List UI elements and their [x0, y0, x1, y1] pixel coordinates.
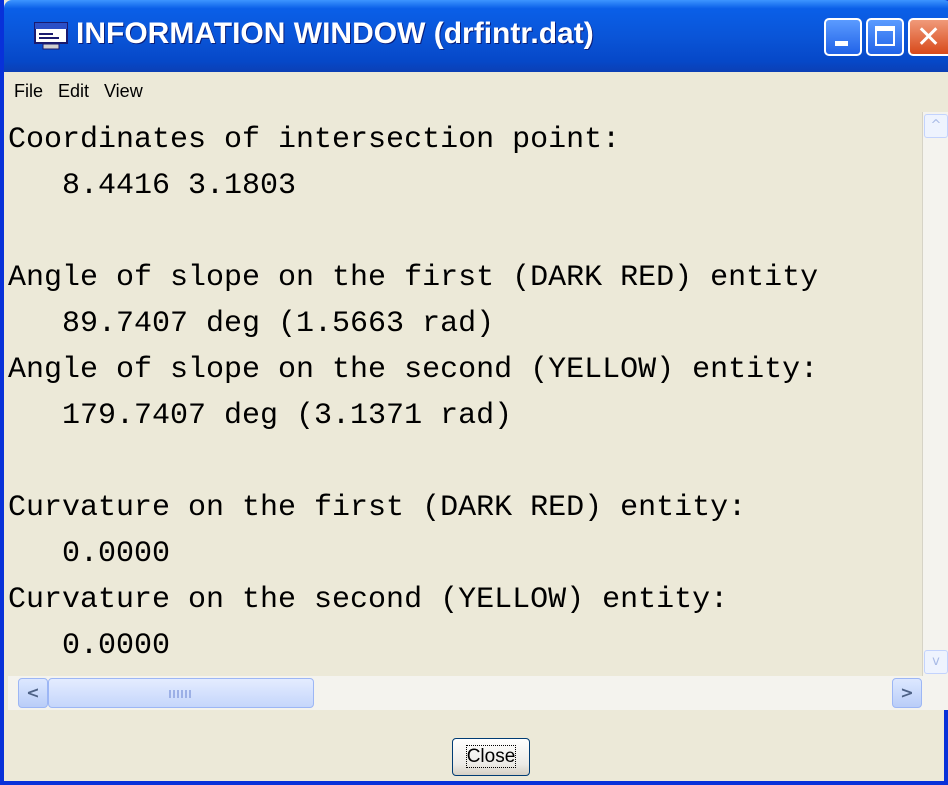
text-line: 0.0000 [8, 537, 171, 571]
text-line: Curvature on the first (DARK RED) entity… [8, 491, 747, 525]
text-line: 0.0000 [8, 629, 171, 663]
minimize-icon [835, 41, 848, 46]
information-window: INFORMATION WINDOW (drfintr.dat) ✕ File … [0, 0, 948, 785]
scroll-up-icon[interactable]: ^ [924, 114, 948, 138]
maximize-button[interactable] [866, 18, 904, 56]
text-line: 8.4416 3.1803 [8, 169, 297, 203]
vertical-scrollbar[interactable]: ^ v [922, 112, 948, 676]
close-icon: ✕ [916, 20, 942, 55]
close-window-button[interactable]: ✕ [908, 18, 948, 56]
title-bar[interactable]: INFORMATION WINDOW (drfintr.dat) ✕ [4, 0, 948, 72]
text-line: 179.7407 deg (3.1371 rad) [8, 399, 513, 433]
minimize-button[interactable] [824, 18, 862, 56]
menu-bar: File Edit View [8, 72, 948, 112]
text-line: 89.7407 deg (1.5663 rad) [8, 307, 495, 341]
text-line: Curvature on the second (YELLOW) entity: [8, 583, 729, 617]
menu-edit[interactable]: Edit [58, 80, 89, 102]
horizontal-scrollbar[interactable]: < > [8, 676, 948, 710]
scroll-left-icon[interactable]: < [18, 678, 48, 708]
text-line: Angle of slope on the second (YELLOW) en… [8, 353, 819, 387]
close-button[interactable]: Close [452, 738, 530, 776]
window-title: INFORMATION WINDOW (drfintr.dat) [76, 17, 594, 50]
scroll-right-icon[interactable]: > [892, 678, 922, 708]
maximize-icon [875, 26, 895, 46]
info-text-area[interactable]: Coordinates of intersection point: 8.441… [8, 112, 922, 676]
close-button-label: Close [465, 745, 517, 768]
app-window-icon [34, 22, 68, 50]
menu-file[interactable]: File [14, 80, 43, 102]
horizontal-scroll-thumb[interactable] [48, 678, 314, 708]
text-line: Angle of slope on the first (DARK RED) e… [8, 261, 819, 295]
scroll-down-icon[interactable]: v [924, 650, 948, 674]
scroll-grip-icon [169, 690, 193, 698]
text-line: Coordinates of intersection point: [8, 123, 621, 157]
menu-view[interactable]: View [104, 80, 143, 102]
